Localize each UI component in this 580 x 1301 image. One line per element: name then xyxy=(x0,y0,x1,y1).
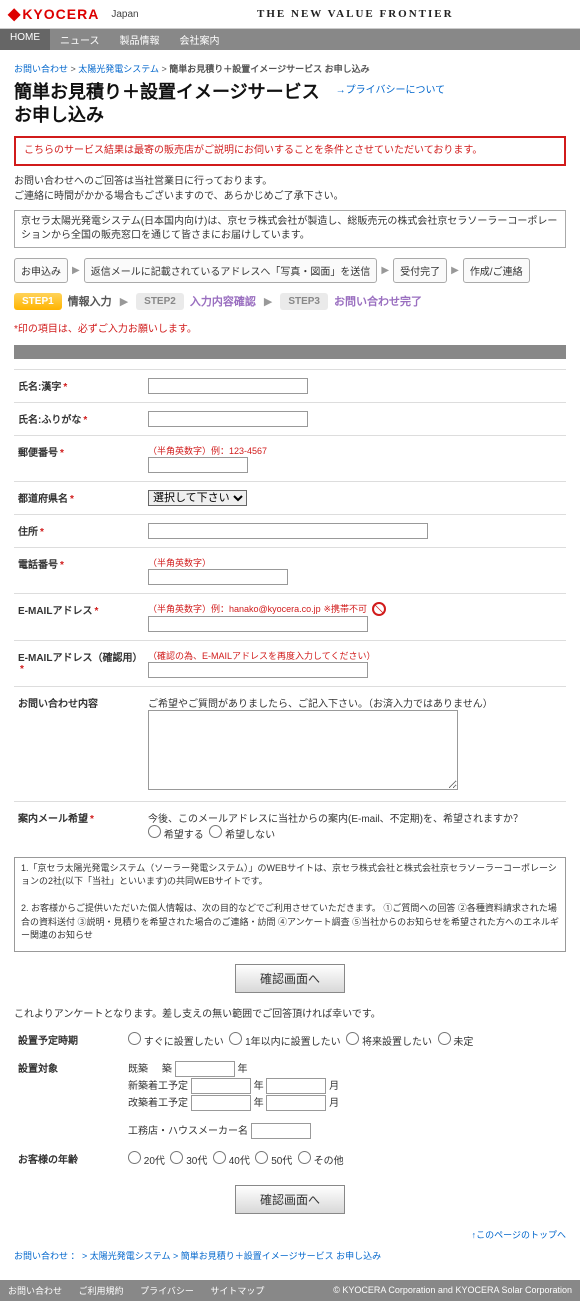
email-ng-label: ※携帯不可 xyxy=(323,604,367,614)
sub-no[interactable]: 希望しない xyxy=(209,830,275,841)
logo-text: KYOCERA xyxy=(22,6,99,22)
bottom-breadcrumb: お問い合わせ ： > 太陽光発電システム > 簡単お見積り＋設置イメージサービス… xyxy=(14,1249,566,1262)
nav-products[interactable]: 製品情報 xyxy=(110,29,170,50)
note-text: お問い合わせへのご回答は当社営業日に行っております。 ご連絡に時間がかかる場合も… xyxy=(14,174,566,204)
required-note: *印の項目は、必ずご入力お願いします。 xyxy=(14,320,566,335)
zip-input[interactable] xyxy=(148,457,248,473)
age-20[interactable]: 20代 xyxy=(128,1156,165,1167)
nav-home[interactable]: HOME xyxy=(0,29,50,50)
when-undec[interactable]: 未定 xyxy=(438,1037,474,1048)
flow-create: 作成/ご連絡 xyxy=(463,258,530,283)
breadcrumb: お問い合わせ > 太陽光発電システム > 簡単お見積り＋設置イメージサービス お… xyxy=(14,62,566,75)
bc-current: 簡単お見積り＋設置イメージサービス お申し込み xyxy=(169,64,369,74)
footer: お問い合わせ ご利用規約 プライバシー サイトマップ © KYOCERA Cor… xyxy=(0,1280,580,1301)
step3-tag: STEP3 xyxy=(280,293,328,310)
age-30[interactable]: 30代 xyxy=(170,1156,207,1167)
sub-yes[interactable]: 希望する xyxy=(148,830,204,841)
nav-company[interactable]: 会社案内 xyxy=(170,29,230,50)
label-tel: 電話番号 xyxy=(18,560,58,571)
notice-box: こちらのサービス結果は最寄の販売店がご説明にお伺いすることを条件とさせていただい… xyxy=(14,136,566,166)
zip-hint: （半角英数字）例：123-4567 xyxy=(148,446,267,456)
step-indicator: STEP1情報入力▶ STEP2入力内容確認▶ STEP3お問い合わせ完了 xyxy=(14,293,566,310)
region-label: Japan xyxy=(111,9,138,20)
label-name: 氏名:漢字 xyxy=(18,382,61,393)
confirm-button-2[interactable]: 確認画面へ xyxy=(235,1185,345,1214)
tel-input[interactable] xyxy=(148,569,288,585)
builder-input[interactable] xyxy=(251,1123,311,1139)
terms-box[interactable]: 1.「京セラ太陽光発電システム（ソーラー発電システム）」のWEBサイトは、京セラ… xyxy=(14,857,566,952)
section-divider xyxy=(14,345,566,359)
email2-hint: （確認の為、E-MAILアドレスを再度入力してください） xyxy=(148,651,375,661)
step1-tag: STEP1 xyxy=(14,293,62,310)
global-nav: HOME ニュース 製品情報 会社案内 xyxy=(0,29,580,50)
flow-apply: お申込み xyxy=(14,258,68,283)
privacy-link[interactable]: →プライバシーについて xyxy=(336,81,446,96)
step3-label: お問い合わせ完了 xyxy=(334,293,422,309)
label-when: 設置予定時期 xyxy=(14,1026,124,1054)
label-addr: 住所 xyxy=(18,527,38,538)
top-bar: ◆ KYOCERA Japan THE NEW VALUE FRONTIER xyxy=(0,0,580,29)
age-50[interactable]: 50代 xyxy=(255,1156,292,1167)
label-email: E-MAILアドレス xyxy=(18,606,92,617)
info-box: 京セラ太陽光発電システム(日本国内向け)は、京セラ株式会社が製造し、総販売元の株… xyxy=(14,210,566,248)
terms-p1: 1.「京セラ太陽光発電システム（ソーラー発電システム）」のWEBサイトは、京セラ… xyxy=(21,862,559,889)
copyright: © KYOCERA Corporation and KYOCERA Solar … xyxy=(278,1285,572,1295)
to-top-link[interactable]: ↑このページのトップへ xyxy=(14,1228,566,1241)
new-month[interactable] xyxy=(266,1078,326,1094)
label-email2: E-MAILアドレス（確認用） xyxy=(18,653,142,664)
foot-contact[interactable]: お問い合わせ xyxy=(8,1286,62,1296)
terms-p2: 2. お客様からご提供いただいた個人情報は、次の目的などでご利用させていただきま… xyxy=(21,902,559,943)
kana-input[interactable] xyxy=(148,411,308,427)
label-age: お客様の年齢 xyxy=(14,1145,124,1173)
foot-terms[interactable]: ご利用規約 xyxy=(79,1286,124,1296)
step2-tag: STEP2 xyxy=(136,293,184,310)
bld-years[interactable] xyxy=(175,1061,235,1077)
when-1yr[interactable]: 1年以内に設置したい xyxy=(229,1037,340,1048)
body-textarea[interactable] xyxy=(148,710,458,790)
when-now[interactable]: すぐに設置したい xyxy=(128,1037,224,1048)
bc-solar[interactable]: 太陽光発電システム xyxy=(78,64,159,74)
reno-month[interactable] xyxy=(266,1095,326,1111)
label-target: 設置対象 xyxy=(14,1054,124,1145)
form-table: 氏名:漢字* 氏名:ふりがな* 郵便番号* （半角英数字）例：123-4567 … xyxy=(14,369,566,849)
name-input[interactable] xyxy=(148,378,308,394)
addr-input[interactable] xyxy=(148,523,428,539)
survey-lead: これよりアンケートとなります。差し支えの無い範囲でご回答頂ければ幸いです。 xyxy=(14,1005,566,1020)
flow-send: 返信メールに記載されているアドレスへ「写真・図面」を送信 xyxy=(84,258,378,283)
body-hint: ご希望やご質問がありましたら、ご記入下さい。（お済入力ではありません） xyxy=(148,699,493,710)
label-body: お問い合わせ内容 xyxy=(18,699,98,710)
confirm-button[interactable]: 確認画面へ xyxy=(235,964,345,993)
logo-icon: ◆ xyxy=(8,4,20,24)
email-hint: （半角英数字）例：hanako@kyocera.co.jp xyxy=(148,604,321,614)
nav-news[interactable]: ニュース xyxy=(50,29,110,50)
when-future[interactable]: 将来設置したい xyxy=(346,1037,432,1048)
tel-hint: （半角英数字） xyxy=(148,558,211,568)
reno-year[interactable] xyxy=(191,1095,251,1111)
step2-label: 入力内容確認 xyxy=(190,293,256,309)
tagline: THE NEW VALUE FRONTIER xyxy=(139,8,572,20)
age-ot[interactable]: その他 xyxy=(298,1156,344,1167)
step1-label: 情報入力 xyxy=(68,293,112,309)
page-title: 簡単お見積り＋設置イメージサービス お申し込み xyxy=(14,81,320,128)
email-input[interactable] xyxy=(148,616,368,632)
age-40[interactable]: 40代 xyxy=(213,1156,250,1167)
label-sub: 案内メール希望 xyxy=(18,814,88,825)
logo[interactable]: ◆ KYOCERA xyxy=(8,4,99,24)
label-zip: 郵便番号 xyxy=(18,448,58,459)
label-pref: 都道府県名 xyxy=(18,494,68,505)
foot-sitemap[interactable]: サイトマップ xyxy=(210,1286,264,1296)
foot-privacy[interactable]: プライバシー xyxy=(140,1286,194,1296)
pref-select[interactable]: 選択して下さい xyxy=(148,490,247,506)
new-year[interactable] xyxy=(191,1078,251,1094)
prohibit-icon: ＼ xyxy=(372,602,386,616)
sub-hint: 今後、このメールアドレスに当社からの案内(E-mail、不定期)を、希望されます… xyxy=(148,814,523,825)
email2-input[interactable] xyxy=(148,662,368,678)
bc-contact[interactable]: お問い合わせ xyxy=(14,64,68,74)
flow-accept: 受付完了 xyxy=(393,258,447,283)
survey-table: 設置予定時期 すぐに設置したい 1年以内に設置したい 将来設置したい 未定 設置… xyxy=(14,1026,566,1173)
label-kana: 氏名:ふりがな xyxy=(18,415,81,426)
flow-diagram: お申込み▶ 返信メールに記載されているアドレスへ「写真・図面」を送信▶ 受付完了… xyxy=(14,258,566,283)
